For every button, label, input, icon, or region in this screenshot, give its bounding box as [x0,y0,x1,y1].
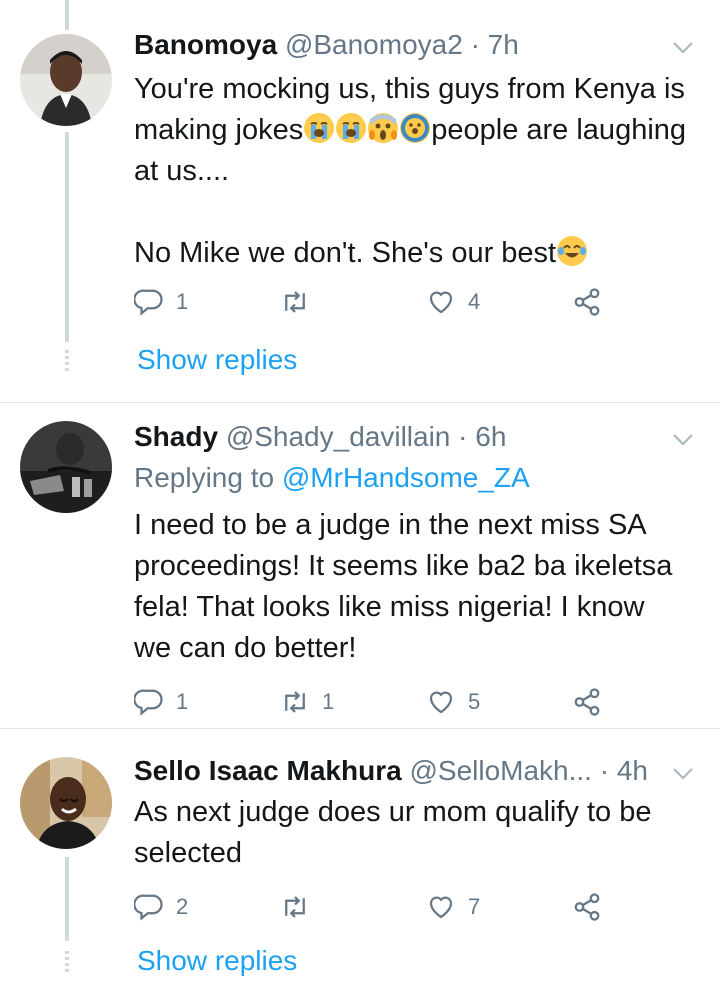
tweet-text: As next judge does ur mom qualify to be … [134,796,652,869]
share-icon [574,688,600,716]
tweet-actions: 2 7 [134,889,614,925]
share-icon [574,288,600,316]
like-button[interactable]: 7 [426,889,480,925]
username[interactable]: @Shady_davillain [226,421,451,452]
tweet-header: Sello Isaac Makhura @SelloMakh... · 4h [134,754,648,788]
chevron-down-icon[interactable] [670,760,696,786]
heart-icon [429,896,453,919]
reply-count: 1 [176,289,189,314]
reply-button[interactable]: 2 [134,889,188,925]
heart-icon [429,291,453,314]
reply-count: 1 [176,689,189,714]
loudly-crying-face-icon [304,113,335,143]
reply-icon [134,894,163,921]
thread-dots [65,350,69,374]
display-name[interactable]: Sello Isaac Makhura [134,755,402,786]
avatar[interactable] [20,421,112,513]
reply-icon [134,689,163,716]
share-button[interactable] [572,284,602,320]
reply-button[interactable]: 1 [134,684,188,720]
retweet-icon [285,691,305,713]
retweet-button[interactable] [280,889,322,925]
retweet-count: 1 [322,689,335,714]
tweet-text: You're mocking us, this guys from Kenya … [134,69,704,274]
reply-count: 2 [176,894,189,919]
reply-icon [134,289,163,316]
like-count: 4 [468,289,481,314]
avatar[interactable] [20,34,112,126]
like-button[interactable]: 4 [426,284,480,320]
show-replies-link[interactable]: Show replies [137,945,297,977]
replying-to: Replying to @MrHandsome_ZA [134,461,530,495]
chevron-down-icon[interactable] [670,426,696,452]
tweet-actions: 1 1 5 [134,684,614,720]
tweet-text: I need to be a judge in the next miss SA… [134,509,673,664]
tweet[interactable]: Shady @Shady_davillain · 6h Replying to … [0,403,720,728]
timestamp[interactable]: · 4h [600,755,648,786]
thread-dots [65,951,69,975]
share-icon [574,893,600,921]
tweet[interactable]: Sello Isaac Makhura @SelloMakh... · 4h A… [0,729,720,998]
screaming-face-icon [368,113,399,143]
thread-line [65,857,69,941]
share-button[interactable] [572,889,602,925]
mention-link[interactable]: @MrHandsome_ZA [282,462,530,493]
thread-line [65,132,69,342]
heart-icon [429,691,453,714]
show-replies-link[interactable]: Show replies [137,344,297,376]
tweet-header: Banomoya @Banomoya2 · 7h [134,28,519,62]
like-count: 5 [468,689,481,714]
retweet-icon [285,896,305,918]
retweet-button[interactable] [280,284,322,320]
retweet-icon [285,291,305,313]
reply-button[interactable]: 1 [134,284,188,320]
loudly-crying-face-icon [336,113,367,143]
timestamp[interactable]: · 6h [458,421,506,452]
retweet-button[interactable]: 1 [280,684,334,720]
like-count: 7 [468,894,481,919]
replying-to-label: Replying to [134,462,275,493]
face-with-hands-icon [400,113,431,143]
display-name[interactable]: Shady [134,421,218,452]
tweet-header: Shady @Shady_davillain · 6h [134,420,506,454]
username[interactable]: @Banomoya2 [285,29,463,60]
chevron-down-icon[interactable] [670,34,696,60]
face-with-tears-of-joy-icon [557,236,588,266]
avatar[interactable] [20,757,112,849]
tweet-actions: 1 4 [134,284,614,320]
tweet[interactable]: Banomoya @Banomoya2 · 7h You're mocking … [0,0,720,402]
share-button[interactable] [572,684,602,720]
username[interactable]: @SelloMakh... [409,755,592,786]
timestamp[interactable]: · 7h [471,29,519,60]
like-button[interactable]: 5 [426,684,480,720]
display-name[interactable]: Banomoya [134,29,277,60]
